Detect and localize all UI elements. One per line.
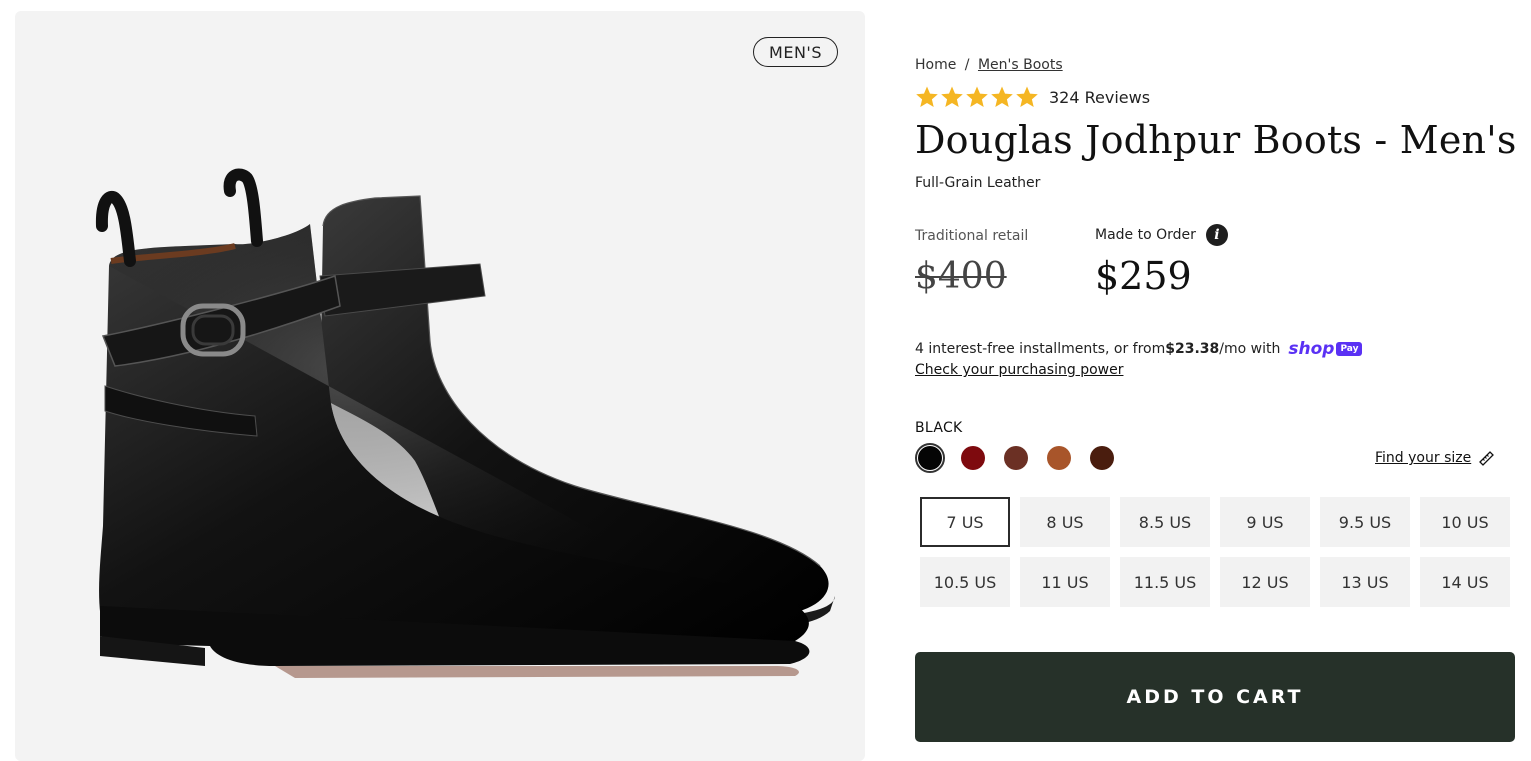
selected-color-label: BLACK bbox=[915, 420, 963, 436]
size-option[interactable]: 8 US bbox=[1020, 497, 1110, 547]
color-swatch-dot bbox=[1090, 446, 1114, 470]
product-material: Full-Grain Leather bbox=[915, 175, 1041, 191]
star-icon bbox=[916, 86, 938, 107]
made-to-order: Made to Order i bbox=[1095, 224, 1228, 246]
size-option[interactable]: 13 US bbox=[1320, 557, 1410, 607]
product-price: $259 bbox=[1095, 254, 1192, 298]
color-swatch-dot bbox=[1004, 446, 1028, 470]
size-option[interactable]: 11.5 US bbox=[1120, 557, 1210, 607]
size-option[interactable]: 8.5 US bbox=[1120, 497, 1210, 547]
breadcrumb-separator: / bbox=[964, 57, 970, 73]
size-option[interactable]: 10 US bbox=[1420, 497, 1510, 547]
installments-text: 4 interest-free installments, or from $2… bbox=[915, 339, 1363, 359]
size-option[interactable]: 12 US bbox=[1220, 557, 1310, 607]
color-swatch[interactable] bbox=[1087, 443, 1117, 473]
star-icon bbox=[941, 86, 963, 107]
info-icon[interactable]: i bbox=[1205, 224, 1228, 246]
retail-label: Traditional retail bbox=[915, 228, 1029, 244]
retail-price: $400 bbox=[915, 256, 1007, 297]
product-title: Douglas Jodhpur Boots - Men's bbox=[915, 118, 1517, 162]
color-swatch-dot bbox=[961, 446, 985, 470]
breadcrumb: Home / Men's Boots bbox=[915, 57, 1063, 73]
find-size-link[interactable]: Find your size bbox=[1375, 449, 1495, 467]
product-image[interactable] bbox=[75, 166, 835, 711]
gender-tag: MEN'S bbox=[753, 37, 838, 67]
product-gallery: MEN'S bbox=[15, 11, 865, 761]
star-icon bbox=[1016, 86, 1038, 107]
color-swatch[interactable] bbox=[1044, 443, 1074, 473]
size-options: 7 US 8 US 8.5 US 9 US 9.5 US 10 US 10.5 US 11 U… bbox=[920, 497, 1510, 607]
add-to-cart-button[interactable]: ADD TO CART bbox=[915, 652, 1515, 742]
color-swatch-dot bbox=[1047, 446, 1071, 470]
color-swatch[interactable] bbox=[958, 443, 988, 473]
installments-prefix: 4 interest-free installments, or from bbox=[915, 341, 1166, 357]
color-swatch[interactable] bbox=[915, 443, 945, 473]
installments-amount: $23.38 bbox=[1165, 341, 1220, 357]
size-option[interactable]: 9 US bbox=[1220, 497, 1310, 547]
color-swatch-dot bbox=[918, 446, 942, 470]
rating[interactable]: 324 Reviews bbox=[915, 85, 1150, 109]
shop-pay-badge: Pay bbox=[1336, 342, 1363, 356]
ruler-icon bbox=[1477, 449, 1495, 467]
installments-suffix: /mo with bbox=[1219, 341, 1281, 357]
size-option[interactable]: 9.5 US bbox=[1320, 497, 1410, 547]
size-option[interactable]: 10.5 US bbox=[920, 557, 1010, 607]
product-info: Home / Men's Boots 324 Reviews Douglas J… bbox=[915, 0, 1517, 750]
size-option[interactable]: 14 US bbox=[1420, 557, 1510, 607]
find-size-label[interactable]: Find your size bbox=[1375, 450, 1471, 466]
rating-stars bbox=[915, 85, 1039, 109]
review-count[interactable]: 324 Reviews bbox=[1049, 88, 1150, 107]
star-icon bbox=[991, 86, 1013, 107]
shop-pay-logo: shop bbox=[1288, 339, 1335, 359]
size-option[interactable]: 7 US bbox=[920, 497, 1010, 547]
star-icon bbox=[966, 86, 988, 107]
purchasing-power-link[interactable]: Check your purchasing power bbox=[915, 362, 1123, 378]
color-swatches bbox=[915, 443, 1117, 473]
made-to-order-label: Made to Order bbox=[1095, 227, 1196, 243]
color-swatch[interactable] bbox=[1001, 443, 1031, 473]
size-option[interactable]: 11 US bbox=[1020, 557, 1110, 607]
breadcrumb-home[interactable]: Home bbox=[915, 57, 956, 73]
breadcrumb-category[interactable]: Men's Boots bbox=[978, 57, 1063, 73]
